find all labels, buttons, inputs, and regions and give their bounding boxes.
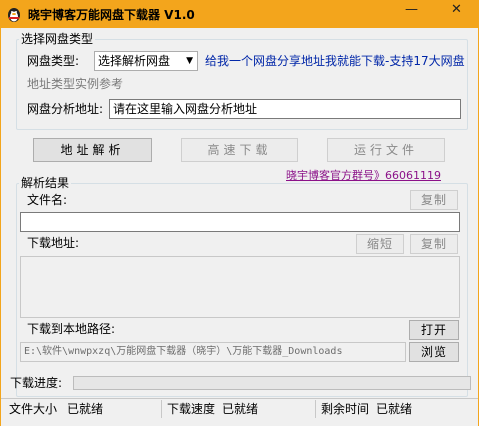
download-url-label: 下载地址:: [27, 236, 80, 250]
close-button[interactable]: ✕: [434, 0, 479, 20]
status-separator: [315, 400, 316, 418]
filename-label: 文件名:: [27, 193, 68, 207]
pan-type-group-legend: 选择网盘类型: [19, 32, 96, 46]
status-remaining-value: 已就绪: [376, 402, 413, 416]
result-group-legend: 解析结果: [19, 176, 72, 190]
download-progress-bar: [73, 376, 471, 390]
progress-label: 下载进度:: [10, 376, 63, 390]
pan-type-select[interactable]: 选择解析网盘 ▼: [94, 51, 198, 71]
fast-download-button[interactable]: 高速下载: [181, 138, 298, 162]
qq-penguin-icon: [8, 8, 20, 22]
run-file-button[interactable]: 运行文件: [327, 138, 445, 162]
local-path-label: 下载到本地路径:: [27, 322, 116, 336]
status-speed-value: 已就绪: [222, 402, 259, 416]
status-remaining-label: 剩余时间: [321, 402, 370, 416]
browse-button[interactable]: 浏览: [409, 342, 459, 362]
parse-address-button[interactable]: 地址解析: [33, 138, 152, 162]
copy-url-button[interactable]: 复制: [410, 234, 458, 254]
pan-type-label: 网盘类型:: [27, 54, 80, 68]
open-folder-button[interactable]: 打开: [409, 320, 459, 340]
status-bar: 文件大小 已就绪 下载速度 已就绪 剩余时间 已就绪: [1, 398, 478, 418]
status-size-value: 已就绪: [67, 402, 104, 416]
title-bar: 晓宇博客万能网盘下载器 V1.0 — ✕: [0, 0, 479, 28]
main-panel: 选择网盘类型 网盘类型: 选择解析网盘 ▼ 给我一个网盘分享地址我就能下载-支持…: [0, 28, 479, 426]
download-url-field[interactable]: [20, 256, 460, 318]
pan-type-select-value: 选择解析网盘: [98, 54, 171, 68]
copy-filename-button[interactable]: 复制: [410, 190, 458, 210]
pan-url-label: 网盘分析地址:: [27, 102, 104, 116]
window-title: 晓宇博客万能网盘下载器 V1.0: [28, 8, 195, 22]
qq-group-link[interactable]: 晓宇博客官方群号》66061119: [286, 169, 441, 183]
status-speed-label: 下载速度: [167, 402, 216, 416]
supported-pans-link[interactable]: 给我一个网盘分享地址我就能下载-支持17大网盘: [205, 53, 465, 69]
status-size-label: 文件大小: [9, 402, 58, 416]
minimize-button[interactable]: —: [398, 0, 425, 20]
pan-url-input[interactable]: 请在这里输入网盘分析地址: [109, 99, 461, 119]
status-separator: [161, 400, 162, 418]
shorten-url-button[interactable]: 缩短: [356, 234, 404, 254]
chevron-down-icon: ▼: [186, 56, 193, 66]
local-path-field[interactable]: E:\软件\wnwpxzq\万能网盘下载器（晓宇）\万能下载器_Download…: [20, 342, 406, 362]
example-link[interactable]: 地址类型实例参考: [27, 76, 123, 92]
filename-field[interactable]: [20, 212, 460, 232]
